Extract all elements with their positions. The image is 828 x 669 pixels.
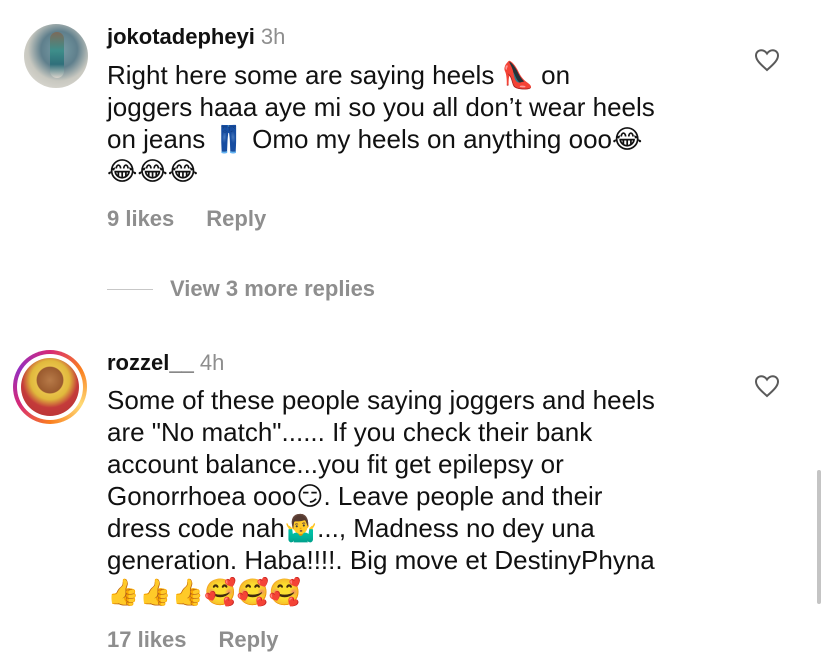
comment-line: Right here some are saying heels 👠 on	[107, 60, 571, 90]
likes-count[interactable]: 17 likes	[107, 627, 187, 652]
comment-text: Right here some are saying heels 👠 on jo…	[107, 59, 727, 187]
username-text[interactable]: rozzel__	[107, 350, 194, 375]
scrollbar[interactable]	[817, 470, 821, 604]
avatar[interactable]	[24, 24, 88, 88]
avatar-figure	[50, 32, 64, 78]
username-text[interactable]: jokotadepheyi	[107, 24, 255, 49]
comment-meta: 9 likes Reply	[107, 206, 298, 232]
comment-line: on jeans 👖 Omo my heels on anything ooo😂	[107, 124, 643, 154]
heart-outline-icon[interactable]	[754, 374, 780, 398]
reply-button[interactable]: Reply	[219, 627, 279, 652]
comment-line: account balance...you fit get epilepsy o…	[107, 449, 564, 479]
reply-button[interactable]: Reply	[206, 206, 266, 231]
comment-username[interactable]: jokotadepheyi 3h	[107, 24, 285, 50]
story-ring[interactable]	[13, 350, 87, 424]
comment-text: Some of these people saying joggers and …	[107, 384, 727, 608]
comment-username[interactable]: rozzel__ 4h	[107, 350, 224, 376]
comment-line: Gonorrhoea ooo😏. Leave people and their	[107, 481, 603, 511]
story-ring-inner	[17, 354, 83, 420]
comment-line: 👍👍👍🥰🥰🥰	[107, 577, 302, 607]
comment-time: 3h	[260, 24, 286, 49]
comment-line: joggers haaa aye mi so you all don’t wea…	[107, 92, 655, 122]
replies-divider	[107, 289, 153, 290]
comment-line: Some of these people saying joggers and …	[107, 385, 655, 415]
comment-time: 4h	[199, 350, 225, 375]
likes-count[interactable]: 9 likes	[107, 206, 174, 231]
comment-line: 😂😂😂	[107, 156, 199, 186]
avatar[interactable]	[21, 358, 79, 416]
view-replies-button[interactable]: View 3 more replies	[170, 276, 375, 302]
comment-line: generation. Haba!!!!. Big move et Destin…	[107, 545, 655, 575]
comment-line: dress code nah🤷‍♂️..., Madness no dey un…	[107, 513, 595, 543]
comment-line: are "No match"...... If you check their …	[107, 417, 593, 447]
comment-meta: 17 likes Reply	[107, 627, 310, 653]
heart-outline-icon[interactable]	[754, 48, 780, 72]
